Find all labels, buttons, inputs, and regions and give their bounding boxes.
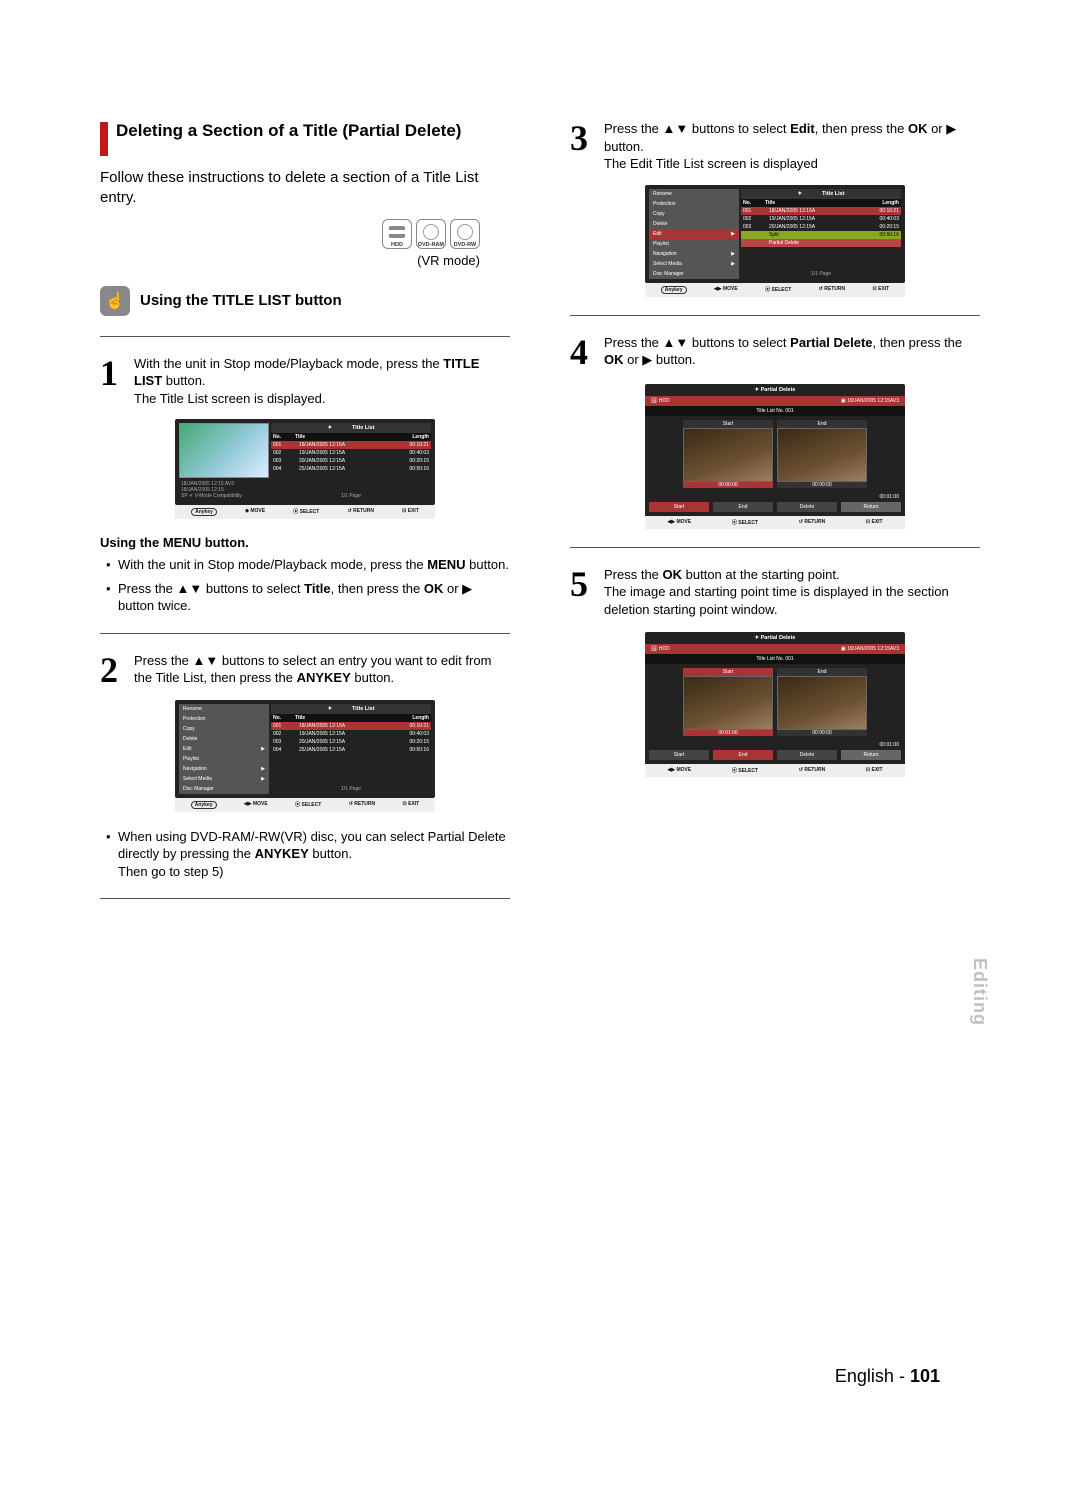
edit-submenu-screenshot: Rename Protection Copy Delete Edit▶ Play… (645, 185, 905, 297)
menu-item: Rename (179, 704, 269, 714)
divider (570, 547, 980, 548)
title-list-screenshot: 18/JAN/2005 12:15 AV3 18/JAN/2005 12:15 … (175, 419, 435, 519)
step-number: 3 (570, 120, 594, 156)
pd-end-button: End (713, 502, 773, 512)
section-heading: Deleting a Section of a Title (Partial D… (116, 120, 461, 141)
step-4-text: Press the ▲▼ buttons to select Partial D… (604, 334, 980, 369)
step-number: 2 (100, 652, 124, 688)
pd-start-button: Start (649, 502, 709, 512)
step-3-text: Press the ▲▼ buttons to select Edit, the… (604, 120, 980, 173)
partial-delete-screenshot-2: ✦ Partial Delete 🗄 HDD▣ 18/JAN/2005 12:1… (645, 632, 905, 777)
step-5-text: Press the OK button at the starting poin… (604, 566, 980, 619)
ram-note: When using DVD-RAM/-RW(VR) disc, you can… (118, 828, 510, 881)
menu-bullet-2: Press the ▲▼ buttons to select Title, th… (118, 580, 510, 615)
dvd-rw-icon: DVD-RW (450, 219, 480, 249)
vr-mode-label: (VR mode) (417, 253, 480, 268)
pd-return-button: Return (841, 502, 901, 512)
hand-press-icon: ☝ (100, 286, 130, 316)
divider (100, 898, 510, 899)
partial-delete-screenshot-1: ✦ Partial Delete 🗄 HDD▣ 18/JAN/2005 12:1… (645, 384, 905, 529)
divider (100, 633, 510, 634)
divider (570, 315, 980, 316)
hdd-icon: HDD (382, 219, 412, 249)
subsection-heading: Using the TITLE LIST button (140, 292, 342, 309)
menu-heading: Using the MENU button. (100, 535, 510, 550)
step-2-text: Press the ▲▼ buttons to select an entry … (134, 652, 510, 687)
page-footer: English - 101 (835, 1366, 940, 1387)
side-tab-label: Editing (969, 958, 990, 1026)
section-accent-bar (100, 122, 108, 156)
intro-text: Follow these instructions to delete a se… (100, 168, 510, 209)
menu-bullet-1: With the unit in Stop mode/Playback mode… (118, 556, 510, 574)
step-number: 4 (570, 334, 594, 370)
step-1-text: With the unit in Stop mode/Playback mode… (134, 355, 510, 408)
pd-delete-button: Delete (777, 502, 837, 512)
preview-thumbnail (179, 423, 269, 478)
step-number: 5 (570, 566, 594, 602)
anykey-menu-screenshot: Rename Protection Copy Delete Edit▶ Play… (175, 700, 435, 812)
divider (100, 336, 510, 337)
dvd-ram-icon: DVD-RAM (416, 219, 446, 249)
media-format-icons: HDD DVD-RAM DVD-RW (VR mode) (100, 219, 510, 268)
step-number: 1 (100, 355, 124, 391)
